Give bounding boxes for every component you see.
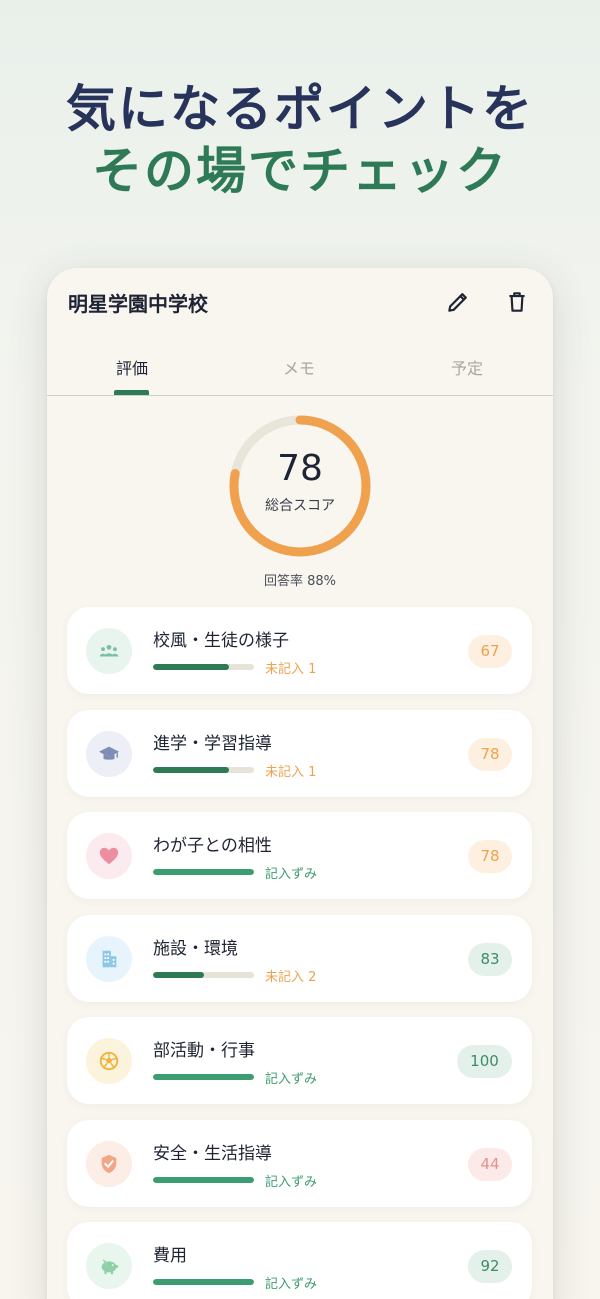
category-card[interactable]: 施設・環境未記入 2 83: [67, 914, 532, 1002]
category-progress-track: [153, 869, 254, 875]
category-name: わが子との相性: [153, 836, 272, 856]
category-card[interactable]: 校風・生徒の様子未記入 1 67: [67, 607, 532, 694]
category-icon-bg: [86, 1038, 132, 1084]
total-score-label: 総合スコア: [265, 498, 335, 514]
category-icon-bg: [86, 628, 132, 674]
category-icon-bg: [86, 935, 132, 982]
tab-bar: 評価 メモ 予定: [47, 338, 553, 396]
category-score-badge: 78: [468, 840, 512, 873]
app-header: 明星学園中学校: [47, 268, 553, 338]
trash-icon[interactable]: [504, 289, 530, 315]
promo-headline: 気になるポイントを その場でチェック: [0, 78, 600, 202]
category-status: 記入ずみ: [265, 1174, 318, 1190]
total-score-gauge: 78 総合スコア: [226, 412, 374, 560]
category-progress-fill: [153, 869, 254, 875]
category-icon-bg: [86, 730, 132, 777]
category-progress-track: [153, 766, 254, 773]
category-name: 費用: [153, 1246, 187, 1266]
category-progress-fill: [153, 971, 204, 978]
category-progress-track: [153, 1074, 254, 1080]
category-card[interactable]: 安全・生活指導記入ずみ 44: [67, 1119, 532, 1207]
app-screen: 明星学園中学校 評価 メモ 予定 78 総合スコア 回答率 88% 校風・生徒の…: [47, 268, 553, 1299]
category-status: 記入ずみ: [265, 1277, 318, 1292]
category-score-badge: 67: [468, 635, 512, 668]
category-card[interactable]: 費用記入ずみ 92: [67, 1222, 532, 1299]
category-status: 未記入 2: [265, 969, 317, 985]
category-progress-track: [153, 971, 254, 978]
category-score-badge: 100: [457, 1045, 512, 1078]
category-progress-fill: [153, 1074, 254, 1080]
category-icon-bg: [86, 1243, 132, 1289]
category-status: 記入ずみ: [265, 1072, 318, 1087]
category-score-badge: 78: [468, 737, 512, 771]
category-name: 安全・生活指導: [153, 1143, 272, 1164]
category-score-badge: 83: [468, 942, 512, 976]
category-score-badge: 44: [468, 1147, 512, 1181]
headline-line-1: 気になるポイントを: [66, 80, 534, 138]
category-card[interactable]: わが子との相性記入ずみ 78: [67, 812, 532, 899]
category-status: 未記入 1: [265, 764, 317, 780]
category-progress-track: [153, 664, 254, 670]
tab-schedule[interactable]: 予定: [417, 355, 517, 379]
edit-icon[interactable]: [445, 289, 471, 315]
school-name-title: 明星学園中学校: [68, 292, 208, 316]
category-progress-fill: [153, 1176, 254, 1183]
category-progress-track: [153, 1176, 254, 1183]
category-name: 校風・生徒の様子: [153, 631, 289, 651]
active-tab-indicator: [114, 390, 149, 395]
category-score-badge: 92: [468, 1250, 512, 1283]
category-progress-fill: [153, 766, 229, 773]
response-rate: 回答率 88%: [263, 574, 337, 589]
category-card[interactable]: 進学・学習指導未記入 1 78: [67, 709, 532, 797]
category-name: 進学・学習指導: [153, 733, 272, 754]
tab-evaluation[interactable]: 評価: [82, 355, 182, 379]
tab-memo[interactable]: メモ: [249, 355, 349, 379]
category-progress-fill: [153, 664, 229, 670]
headline-line-2: その場でチェック: [92, 142, 508, 200]
category-progress-fill: [153, 1279, 254, 1285]
category-status: 未記入 1: [265, 662, 317, 677]
category-progress-track: [153, 1279, 254, 1285]
category-icon-bg: [86, 833, 132, 879]
total-score-value: 78: [277, 448, 323, 489]
category-card[interactable]: 部活動・行事 記入ずみ 100: [67, 1017, 532, 1104]
category-status: 記入ずみ: [265, 867, 318, 882]
category-icon-bg: [86, 1140, 132, 1187]
category-name: 部活動・行事: [153, 1041, 255, 1061]
category-name: 施設・環境: [153, 938, 238, 959]
